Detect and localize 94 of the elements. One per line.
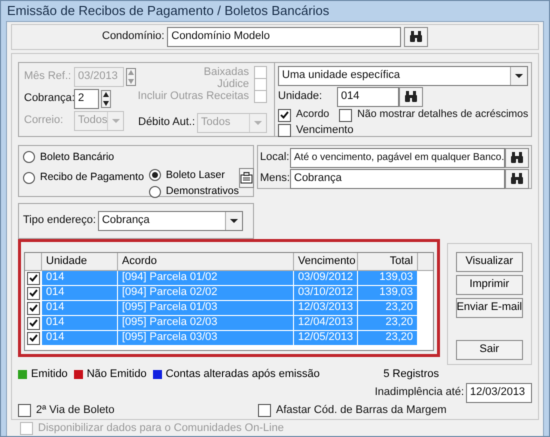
checkbox[interactable]	[26, 332, 40, 344]
table-cell: 139,03	[358, 270, 418, 286]
checkbox-label: Não mostrar detalhes de acréscimos	[357, 107, 528, 122]
checkbox[interactable]	[278, 108, 291, 122]
field-label: Correio:	[24, 113, 64, 128]
checkbox[interactable]	[26, 286, 40, 300]
field-label: Condomínio:	[102, 29, 164, 44]
checkbox[interactable]	[26, 316, 40, 330]
table-cell: 139,03	[358, 286, 418, 300]
dropdown-arrow-icon	[254, 120, 262, 124]
checkbox[interactable]	[278, 124, 291, 137]
checkbox-label: Acordo	[296, 107, 330, 122]
checkbox-label: Vencimento	[296, 123, 354, 138]
field-label: Cobrança:	[24, 91, 74, 106]
radio-label: Demonstrativos	[166, 184, 239, 200]
input-field[interactable]: 2	[74, 88, 99, 108]
table-cell: [094] Parcela 02/02	[118, 286, 294, 300]
field-label: Débito Aut.:	[138, 115, 195, 130]
checkbox-label: Júdice	[217, 77, 249, 91]
radio-button[interactable]	[23, 151, 35, 164]
table-cell: [094] Parcela 01/02	[118, 270, 294, 286]
field-label: Local:	[260, 150, 290, 166]
checkbox[interactable]	[258, 404, 271, 417]
binoculars-icon	[404, 91, 418, 102]
document-icon	[240, 172, 253, 184]
table-cell: 03/09/2012	[294, 270, 358, 286]
checkbox[interactable]	[18, 404, 31, 417]
action-button[interactable]: Visualizar	[456, 252, 523, 272]
field-label: Mens:	[260, 171, 290, 186]
radio-label: Recibo de Pagamento	[40, 170, 144, 186]
spinner-arrows-icon[interactable]	[101, 90, 111, 108]
search-button[interactable]	[404, 26, 428, 46]
dropdown-arrow-icon	[112, 118, 120, 122]
radio-label: Boleto Laser	[166, 168, 225, 182]
dropdown[interactable]: Uma unidade específica	[278, 66, 528, 86]
checkmark-icon	[280, 111, 289, 119]
column-header[interactable]: Vencimento	[294, 252, 358, 270]
input-field[interactable]: 014	[337, 86, 399, 106]
checkbox[interactable]	[339, 108, 352, 122]
input-field[interactable]: Até o vencimento, pagável em qualquer Banco.	[290, 148, 505, 168]
binoculars-icon	[510, 173, 524, 184]
checkbox[interactable]	[26, 302, 40, 314]
record-count: 5 Registros	[383, 367, 439, 382]
table-cell: 12/05/2013	[294, 330, 358, 346]
checkbox-label: Baixadas	[204, 65, 249, 78]
field-label: Mês Ref.:	[24, 69, 72, 84]
legend-label: Contas alteradas após emissão	[166, 367, 320, 382]
checkbox-label: Afastar Cód. de Barras da Margem	[276, 403, 447, 418]
checkbox-label: 2ª Via de Boleto	[36, 403, 114, 418]
column-header[interactable]: Unidade	[42, 252, 118, 270]
search-button[interactable]	[505, 168, 529, 188]
dropdown-arrow-icon	[230, 218, 238, 222]
table-cell: 014	[42, 316, 118, 330]
table-cell: 23,20	[358, 316, 418, 330]
checkbox-label: Disponibilizar dados para o Comunidades On-Line	[38, 421, 284, 436]
field-label: Inadimplência até:	[374, 385, 464, 400]
action-button[interactable]: Imprimir	[456, 274, 523, 294]
table-cell: 014	[42, 270, 118, 286]
action-button[interactable]: Enviar E-mail	[456, 298, 523, 318]
radio-label: Boleto Bancário	[40, 150, 114, 164]
table-cell: [095] Parcela 02/03	[118, 316, 294, 330]
table-cell: [095] Parcela 03/03	[118, 330, 294, 346]
legend-label: Não Emitido	[86, 367, 147, 382]
table-cell: [095] Parcela 01/03	[118, 300, 294, 316]
binoculars-icon	[510, 152, 524, 163]
table-cell: 23,20	[358, 300, 418, 316]
table-cell: 23,20	[358, 330, 418, 346]
column-header[interactable]: Total	[358, 252, 418, 270]
input-field[interactable]: Condomínio Modelo	[167, 26, 402, 46]
field-label: Unidade:	[278, 89, 324, 104]
window-title: Emissão de Recibos de Pagamento / Boletos Bancários	[6, 2, 330, 20]
checkbox[interactable]	[26, 272, 40, 284]
legend-label: Emitido	[31, 367, 68, 382]
radio-button[interactable]	[148, 169, 161, 182]
dropdown-arrow-icon	[515, 74, 523, 78]
table-cell: 014	[42, 330, 118, 346]
table-cell: 014	[42, 286, 118, 300]
radio-button[interactable]	[23, 172, 35, 184]
binoculars-icon	[409, 31, 424, 42]
input-field[interactable]: 12/03/2013	[466, 382, 532, 402]
field-label: Tipo endereço:	[23, 213, 96, 228]
input-field[interactable]: Cobrança	[290, 168, 505, 188]
search-button[interactable]	[399, 86, 423, 106]
checkbox-label: Incluir Outras Receitas	[138, 89, 249, 104]
table-cell: 014	[42, 300, 118, 316]
search-button[interactable]	[505, 148, 529, 168]
radio-button[interactable]	[148, 186, 161, 198]
column-header[interactable]: Acordo	[118, 252, 294, 270]
config-button[interactable]	[238, 168, 254, 188]
dropdown[interactable]: Cobrança	[98, 210, 243, 230]
table-cell: 12/04/2013	[294, 316, 358, 330]
table-cell: 12/03/2013	[294, 300, 358, 316]
action-button[interactable]: Sair	[456, 340, 523, 360]
table-cell: 03/10/2012	[294, 286, 358, 300]
